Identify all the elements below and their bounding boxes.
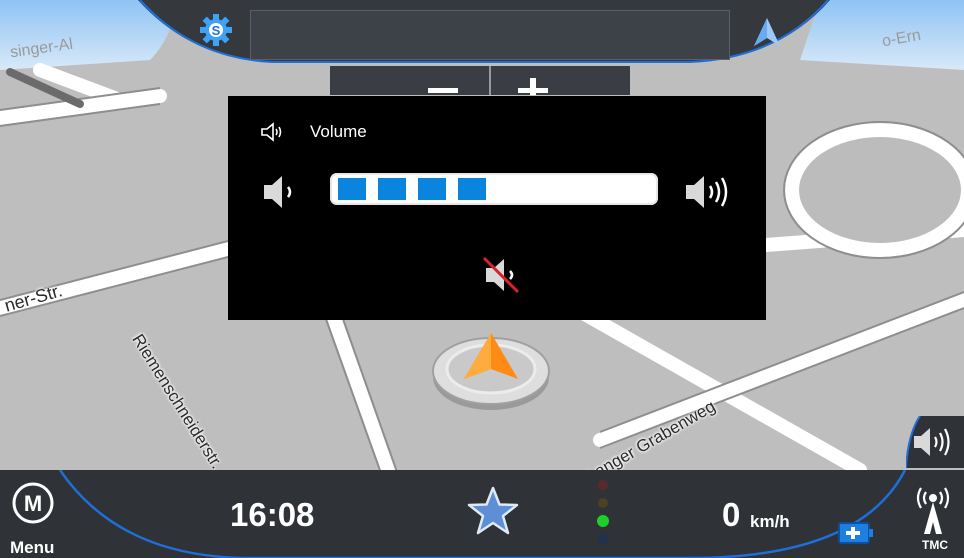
volume-dialog: Volume: [228, 96, 766, 320]
battery-charging-icon: [838, 522, 873, 544]
volume-up-button[interactable]: [682, 172, 742, 212]
clock: 16:08: [230, 496, 315, 533]
zoom-out-button[interactable]: [332, 68, 488, 95]
settings-icon: S: [200, 14, 232, 46]
star-icon: [467, 486, 519, 535]
volume-down-button[interactable]: [260, 172, 302, 212]
svg-text:S: S: [212, 23, 221, 38]
mute-icon: [482, 256, 520, 294]
settings-button[interactable]: S: [198, 12, 234, 48]
gps-signal-icon: [597, 480, 609, 544]
volume-down-icon: [264, 176, 292, 208]
mute-button[interactable]: [480, 254, 522, 296]
north-arrow-icon: [754, 18, 780, 46]
menu-label: Menu: [10, 538, 55, 557]
favorites-button[interactable]: [465, 484, 521, 540]
compass-button[interactable]: [742, 10, 792, 60]
speed-unit: km/h: [750, 512, 790, 531]
menu-button[interactable]: M Menu: [0, 470, 78, 558]
volume-level-segment: [458, 178, 486, 200]
menu-icon-letter: M: [24, 491, 42, 516]
top-bar: S: [0, 0, 964, 95]
volume-level-segment: [418, 178, 446, 200]
tmc-button[interactable]: TMC: [902, 478, 964, 558]
vehicle-position-icon: [432, 333, 550, 410]
dialog-title: Volume: [310, 122, 367, 141]
plus-icon: [518, 78, 548, 95]
speaker-icon: [261, 122, 282, 142]
volume-button[interactable]: [905, 415, 964, 469]
volume-level-segment: [338, 178, 366, 200]
speed-value: 0: [722, 496, 741, 533]
volume-slider[interactable]: [330, 173, 658, 205]
zoom-in-button[interactable]: [492, 68, 648, 95]
tmc-label: TMC: [922, 538, 948, 552]
tmc-antenna-icon: [916, 487, 950, 534]
volume-level-segment: [378, 178, 406, 200]
menu-icon: M: [12, 482, 54, 524]
minus-icon: [428, 88, 458, 93]
volume-up-icon: [686, 176, 728, 208]
address-field[interactable]: [249, 9, 731, 61]
